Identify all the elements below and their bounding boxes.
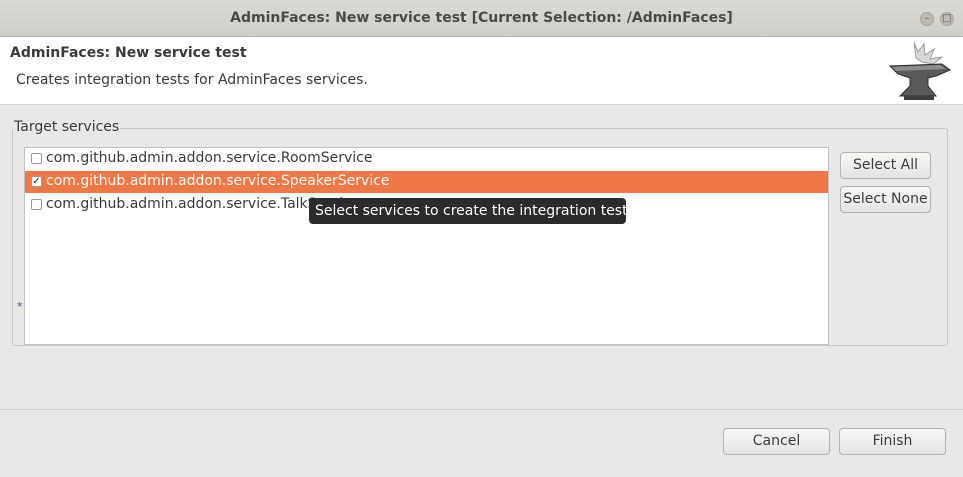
checkbox[interactable] (31, 199, 42, 210)
select-none-button[interactable]: Select None (840, 186, 931, 213)
target-services-label: Target services (13, 119, 121, 135)
list-item[interactable]: com.github.admin.addon.service.RoomServi… (25, 148, 828, 170)
maximize-icon[interactable]: □ (940, 12, 954, 26)
required-marker: * (17, 300, 23, 313)
tooltip: Select services to create the integratio… (309, 198, 639, 224)
service-label: com.github.admin.addon.service.SpeakerSe… (46, 173, 390, 189)
title-bar: AdminFaces: New service test [Current Se… (0, 0, 963, 37)
checkbox[interactable]: ✓ (31, 176, 42, 187)
service-label: com.github.admin.addon.service.RoomServi… (46, 150, 373, 166)
wizard-title: AdminFaces: New service test (10, 45, 247, 61)
checkbox[interactable] (31, 153, 42, 164)
list-item[interactable]: ✓ com.github.admin.addon.service.Speaker… (25, 171, 828, 193)
minimize-icon[interactable]: – (920, 12, 934, 26)
anvil-icon (888, 41, 951, 100)
cancel-button[interactable]: Cancel (723, 428, 830, 455)
footer-divider (0, 409, 963, 410)
wizard-description: Creates integration tests for AdminFaces… (16, 72, 368, 88)
wizard-header: AdminFaces: New service test Creates int… (0, 37, 963, 105)
window-title: AdminFaces: New service test [Current Se… (230, 10, 733, 26)
finish-button[interactable]: Finish (839, 428, 946, 455)
select-all-button[interactable]: Select All (840, 152, 931, 179)
services-list[interactable]: com.github.admin.addon.service.RoomServi… (24, 147, 829, 345)
